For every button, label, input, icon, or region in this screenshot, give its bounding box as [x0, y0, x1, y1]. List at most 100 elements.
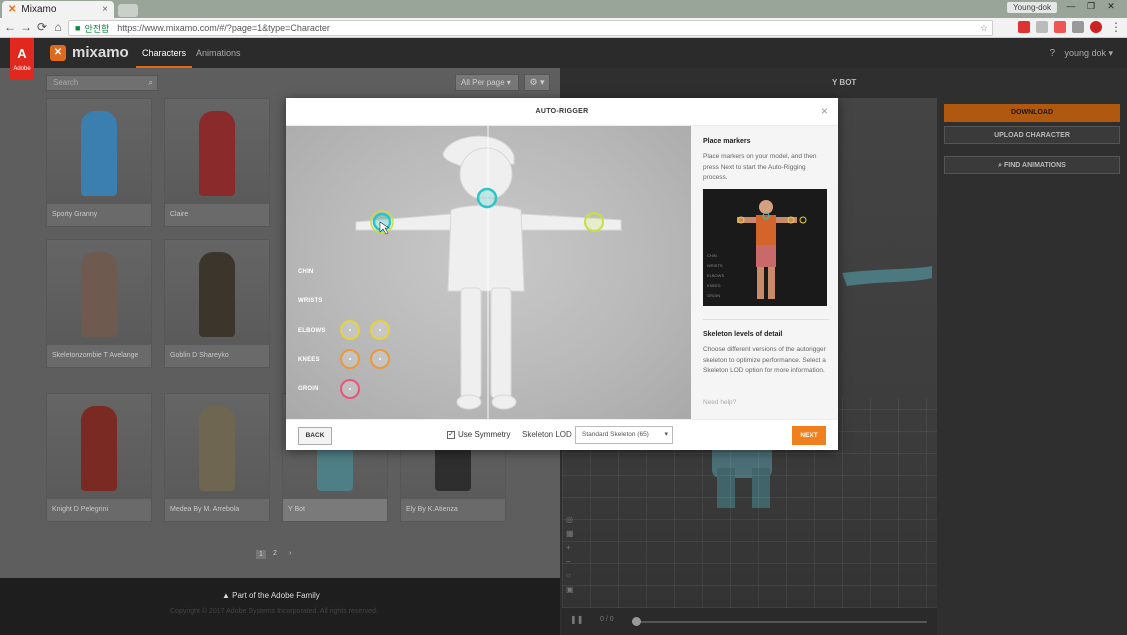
marker-preview-image: CHIN WRISTS ELBOWS KNEES GROIN [703, 189, 827, 306]
footer-copyright: Copyright © 2017 Adobe Systems Incorpora… [170, 608, 378, 615]
viewport-tools: ◎ ▦ + − ○ ▣ [566, 515, 578, 599]
chevron-down-icon: ▾ [664, 431, 668, 438]
extension-icon[interactable] [1072, 21, 1084, 33]
upload-character-button[interactable]: UPLOAD CHARACTER [944, 126, 1120, 144]
user-menu[interactable]: young dok ▾ [1064, 48, 1113, 59]
character-thumbnail [165, 394, 269, 499]
character-thumbnail [47, 394, 151, 499]
timeline: ❚❚ 0 / 0 [562, 608, 937, 635]
close-window-button[interactable]: ✕ [1103, 1, 1119, 12]
per-page-select[interactable]: All Per page ▾ [455, 74, 519, 91]
skeleton-lod-select[interactable]: Standard Skeleton (65) ▾ [575, 426, 673, 444]
divider [703, 319, 829, 320]
use-symmetry-checkbox[interactable]: ✓ Use Symmetry [447, 430, 510, 439]
menu-dots-icon[interactable]: ⋮ [1108, 20, 1124, 34]
window-user-badge: Young-dok [1007, 2, 1057, 13]
search-icon[interactable]: ⌕ [149, 76, 153, 90]
character-card[interactable]: Knight D Pelegrini [46, 393, 152, 522]
close-icon[interactable]: × [821, 104, 828, 118]
character-card[interactable]: Medea By M. Arrebola [164, 393, 270, 522]
timeline-scrubber[interactable] [632, 617, 641, 626]
tab-close-icon[interactable]: × [102, 4, 108, 15]
groin-marker[interactable] [340, 379, 360, 399]
tab-characters[interactable]: Characters [136, 38, 193, 68]
pinterest-icon[interactable] [1090, 21, 1102, 33]
zoom-out-icon[interactable]: − [566, 557, 578, 571]
camera-icon[interactable]: ◎ [566, 515, 578, 529]
video-icon[interactable]: ▣ [566, 585, 578, 599]
download-button[interactable]: DOWNLOAD [944, 104, 1120, 122]
page-2[interactable]: 2 [273, 550, 277, 557]
mixamo-logo[interactable]: ✕ mixamo [50, 44, 129, 61]
dialog-footer: BACK ✓ Use Symmetry Skeleton LOD Standar… [286, 419, 838, 450]
marker-label-wrists: WRISTS [298, 298, 323, 304]
knee-marker-right[interactable] [370, 349, 390, 369]
mixamo-logo-icon: ✕ [50, 44, 66, 61]
pause-icon[interactable]: ❚❚ [570, 615, 583, 624]
character-name: Ely By K.Atienza [406, 506, 458, 513]
page-next[interactable]: › [289, 550, 291, 557]
character-name: Claire [170, 211, 189, 218]
character-name: Goblin D Shareyko [170, 352, 229, 359]
character-name: Knight D Pelegrini [52, 506, 109, 513]
place-markers-text: Place markers on your model, and then pr… [703, 153, 817, 181]
footer: ▲ Part of the Adobe Family Copyright © 2… [0, 578, 560, 635]
adobe-logo: Adobe [10, 38, 34, 80]
character-figure [199, 111, 235, 196]
info-panel: Place markers Place markers on your mode… [691, 126, 838, 419]
reload-icon[interactable]: ⟳ [34, 20, 50, 34]
url-text: https://www.mixamo.com/#/?page=1&type=Ch… [117, 23, 330, 33]
url-input[interactable]: ■ 안전함 https://www.mixamo.com/#/?page=1&t… [68, 20, 993, 36]
maximize-button[interactable]: ❐ [1083, 1, 1099, 12]
elbow-marker-right[interactable] [370, 320, 390, 340]
place-markers-title: Place markers [703, 138, 751, 145]
auto-rigger-dialog: AUTO-RIGGER × CHIN WRISTS ELBOWS KNEES G… [286, 98, 838, 450]
back-arrow-icon[interactable]: ← [2, 20, 18, 34]
character-card[interactable]: Skeletonzombie T Avelange [46, 239, 152, 368]
character-card[interactable]: Claire [164, 98, 270, 227]
grid-icon[interactable]: ▦ [566, 529, 578, 543]
secure-label: 안전함 [84, 23, 110, 34]
preview-legend: CHIN WRISTS ELBOWS KNEES GROIN [707, 253, 725, 298]
checkbox-checked-icon[interactable]: ✓ [447, 430, 455, 439]
settings-gear-button[interactable]: ⚙ ▾ [524, 74, 550, 91]
character-card[interactable]: Goblin D Shareyko [164, 239, 270, 368]
skeleton-lod-text: Choose different versions of the autorig… [703, 346, 826, 374]
search-input[interactable]: Search ⌕ [46, 75, 158, 91]
new-tab-button[interactable] [118, 4, 138, 17]
extension-icon[interactable] [1036, 21, 1048, 33]
page-1[interactable]: 1 [256, 550, 266, 559]
character-name: Y Bot [288, 506, 305, 513]
home-icon[interactable]: ⌂ [50, 20, 66, 34]
minimize-button[interactable]: — [1063, 1, 1079, 11]
forward-arrow-icon[interactable]: → [18, 20, 34, 34]
extension-icon[interactable] [1054, 21, 1066, 33]
marker-label-knees: KNEES [298, 357, 320, 363]
knee-marker-left[interactable] [340, 349, 360, 369]
find-animations-button[interactable]: ⌕ FIND ANIMATIONS [944, 156, 1120, 174]
elbow-marker-left[interactable] [340, 320, 360, 340]
skeleton-lod-label: Skeleton LOD [522, 430, 572, 439]
rig-stage[interactable]: CHIN WRISTS ELBOWS KNEES GROIN [286, 126, 691, 419]
reset-view-icon[interactable]: ○ [566, 571, 578, 585]
back-button[interactable]: BACK [298, 427, 332, 445]
character-name: Medea By M. Arrebola [170, 506, 240, 513]
character-thumbnail [47, 240, 151, 345]
footer-adobe-family: ▲ Part of the Adobe Family [222, 591, 320, 600]
extension-icon[interactable] [1018, 21, 1030, 33]
mixamo-favicon-icon: ✕ [8, 4, 17, 15]
lock-icon: ■ [75, 23, 81, 33]
logo-text: mixamo [72, 44, 129, 61]
character-model [355, 126, 622, 419]
zoom-in-icon[interactable]: + [566, 543, 578, 557]
timeline-track[interactable] [632, 621, 927, 623]
help-icon[interactable]: ? [1049, 48, 1055, 59]
browser-tab[interactable]: ✕ Mixamo × [2, 1, 114, 18]
bookmark-star-icon[interactable]: ☆ [980, 23, 988, 34]
need-help-link[interactable]: Need help? [703, 399, 766, 406]
use-symmetry-label: Use Symmetry [458, 430, 511, 439]
next-button[interactable]: NEXT [792, 426, 826, 445]
tab-animations[interactable]: Animations [190, 38, 247, 68]
character-card[interactable]: Sporty Granny [46, 98, 152, 227]
skeleton-lod-value: Standard Skeleton (65) [582, 431, 649, 438]
